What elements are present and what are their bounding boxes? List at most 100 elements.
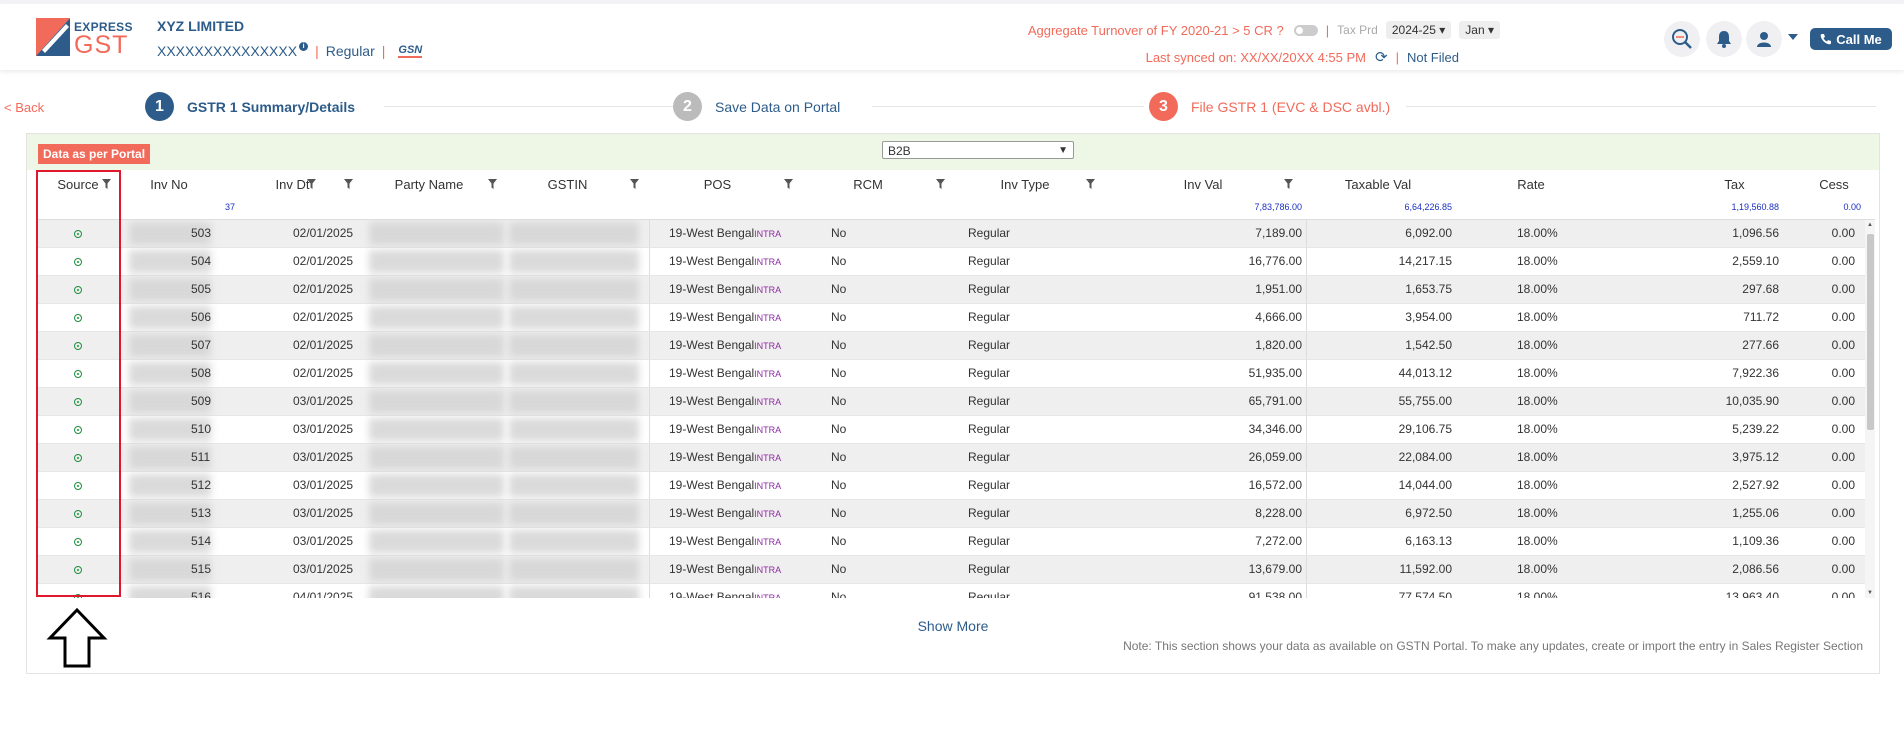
- vertical-scrollbar[interactable]: ▲ ▼: [1865, 220, 1875, 598]
- col-label: Tax: [1724, 177, 1745, 192]
- source-icon[interactable]: [74, 314, 82, 322]
- inv-type-cell: Regular: [968, 590, 1011, 598]
- call-me-button[interactable]: Call Me: [1810, 28, 1892, 50]
- table-header: Source Inv No 37 Inv Dt Party Name GSTIN: [37, 172, 1875, 220]
- source-cell[interactable]: [74, 304, 82, 331]
- year-select[interactable]: 2024-25 ▾: [1385, 21, 1452, 39]
- table-row[interactable]: 503 02/01/2025 19-West BengalINTRA No Regula…: [37, 220, 1865, 248]
- table-row[interactable]: 508 02/01/2025 19-West BengalINTRA No Regula…: [37, 360, 1865, 388]
- source-cell[interactable]: [74, 276, 82, 303]
- source-icon[interactable]: [74, 230, 82, 238]
- source-icon[interactable]: [74, 510, 82, 518]
- filter-icon[interactable]: [630, 179, 639, 189]
- source-icon[interactable]: [74, 370, 82, 378]
- source-cell[interactable]: [74, 584, 82, 598]
- rate-cell: 18.00%: [1517, 450, 1558, 464]
- source-icon[interactable]: [74, 594, 82, 598]
- table-row[interactable]: 509 03/01/2025 19-West BengalINTRA No Regula…: [37, 388, 1865, 416]
- source-icon[interactable]: [74, 258, 82, 266]
- source-icon[interactable]: [74, 454, 82, 462]
- scroll-down-icon[interactable]: ▼: [1867, 590, 1873, 596]
- table-row[interactable]: 511 03/01/2025 19-West BengalINTRA No Regula…: [37, 444, 1865, 472]
- inv-val-cell: 4,666.00: [1255, 310, 1302, 324]
- filter-icon[interactable]: [784, 179, 793, 189]
- source-icon[interactable]: [74, 566, 82, 574]
- pos-tag: INTRA: [754, 229, 782, 239]
- source-cell[interactable]: [74, 220, 82, 247]
- step-save-data[interactable]: 2 Save Data on Portal: [673, 92, 840, 121]
- inv-val-cell: 34,346.00: [1248, 422, 1302, 436]
- filter-icon[interactable]: [488, 179, 497, 189]
- inv-no-cell: 505: [191, 282, 212, 296]
- info-icon[interactable]: i: [299, 41, 309, 51]
- express-gst-logo[interactable]: EXPRESS GST: [36, 18, 148, 59]
- source-cell[interactable]: [74, 416, 82, 443]
- rate-cell: 18.00%: [1517, 366, 1558, 380]
- column-divider: [649, 388, 650, 415]
- inv-type-cell: Regular: [968, 422, 1011, 436]
- source-icon[interactable]: [74, 342, 82, 350]
- table-row[interactable]: 505 02/01/2025 19-West BengalINTRA No Regula…: [37, 276, 1865, 304]
- back-link[interactable]: < Back: [4, 100, 44, 115]
- source-cell[interactable]: [74, 556, 82, 583]
- table-row[interactable]: 504 02/01/2025 19-West BengalINTRA No Regula…: [37, 248, 1865, 276]
- phone-icon: [1820, 34, 1832, 45]
- tax-cell: 277.66: [1742, 338, 1779, 352]
- scrollbar-thumb[interactable]: [1867, 234, 1874, 430]
- cess-cell: 0.00: [1831, 226, 1855, 240]
- col-label: Inv Val: [1183, 177, 1223, 192]
- inv-type-cell: Regular: [968, 226, 1011, 240]
- redacted-party-name: [369, 502, 504, 525]
- section-select[interactable]: B2B ▼: [882, 141, 1074, 159]
- source-icon[interactable]: [74, 538, 82, 546]
- redacted-gstin: [509, 446, 639, 469]
- table-row[interactable]: 507 02/01/2025 19-West BengalINTRA No Regula…: [37, 332, 1865, 360]
- turnover-toggle[interactable]: [1293, 24, 1318, 36]
- filter-icon[interactable]: [102, 179, 111, 189]
- pos-tag: INTRA: [754, 537, 782, 547]
- chevron-down-icon[interactable]: [1788, 34, 1798, 40]
- source-cell[interactable]: [74, 472, 82, 499]
- table-row[interactable]: 513 03/01/2025 19-West BengalINTRA No Regula…: [37, 500, 1865, 528]
- source-icon[interactable]: [74, 482, 82, 490]
- user-menu-button[interactable]: [1746, 21, 1782, 57]
- source-icon[interactable]: [74, 398, 82, 406]
- pos-tag: INTRA: [754, 453, 782, 463]
- source-cell[interactable]: [74, 528, 82, 555]
- notifications-button[interactable]: [1706, 21, 1742, 57]
- separator: |: [315, 43, 319, 59]
- source-cell[interactable]: [74, 248, 82, 275]
- source-cell[interactable]: [74, 500, 82, 527]
- table-row[interactable]: 510 03/01/2025 19-West BengalINTRA No Regula…: [37, 416, 1865, 444]
- source-icon[interactable]: [74, 286, 82, 294]
- table-row[interactable]: 515 03/01/2025 19-West BengalINTRA No Regula…: [37, 556, 1865, 584]
- filter-icon[interactable]: [936, 179, 945, 189]
- source-cell[interactable]: [74, 360, 82, 387]
- table-row[interactable]: 516 04/01/2025 19-West BengalINTRA No Regula…: [37, 584, 1865, 598]
- step-file-gstr1[interactable]: 3 File GSTR 1 (EVC & DSC avbl.): [1149, 92, 1390, 121]
- pos-tag: INTRA: [754, 425, 782, 435]
- logo-mark-icon: [36, 18, 70, 56]
- source-cell[interactable]: [74, 444, 82, 471]
- pos-cell: 19-West BengalINTRA: [669, 248, 781, 275]
- inv-type-cell: Regular: [968, 478, 1011, 492]
- filter-icon[interactable]: [344, 179, 353, 189]
- refresh-icon[interactable]: ⟳: [1375, 48, 1388, 66]
- inv-no-cell: 509: [191, 394, 212, 408]
- source-cell[interactable]: [74, 388, 82, 415]
- table-row[interactable]: 506 02/01/2025 19-West BengalINTRA No Regula…: [37, 304, 1865, 332]
- source-icon[interactable]: [74, 426, 82, 434]
- month-select[interactable]: Jan ▾: [1459, 21, 1500, 39]
- filter-icon[interactable]: [1284, 179, 1293, 189]
- filter-icon[interactable]: [1086, 179, 1095, 189]
- rate-cell: 18.00%: [1517, 310, 1558, 324]
- scroll-up-icon[interactable]: ▲: [1867, 222, 1873, 228]
- rcm-cell: No: [831, 394, 847, 408]
- table-row[interactable]: 514 03/01/2025 19-West BengalINTRA No Regula…: [37, 528, 1865, 556]
- search-button[interactable]: [1664, 21, 1700, 57]
- redacted-party-name: [369, 278, 504, 301]
- source-cell[interactable]: [74, 332, 82, 359]
- show-more-link[interactable]: Show More: [27, 618, 1879, 634]
- step-summary[interactable]: 1 GSTR 1 Summary/Details: [145, 92, 355, 121]
- table-row[interactable]: 512 03/01/2025 19-West BengalINTRA No Regula…: [37, 472, 1865, 500]
